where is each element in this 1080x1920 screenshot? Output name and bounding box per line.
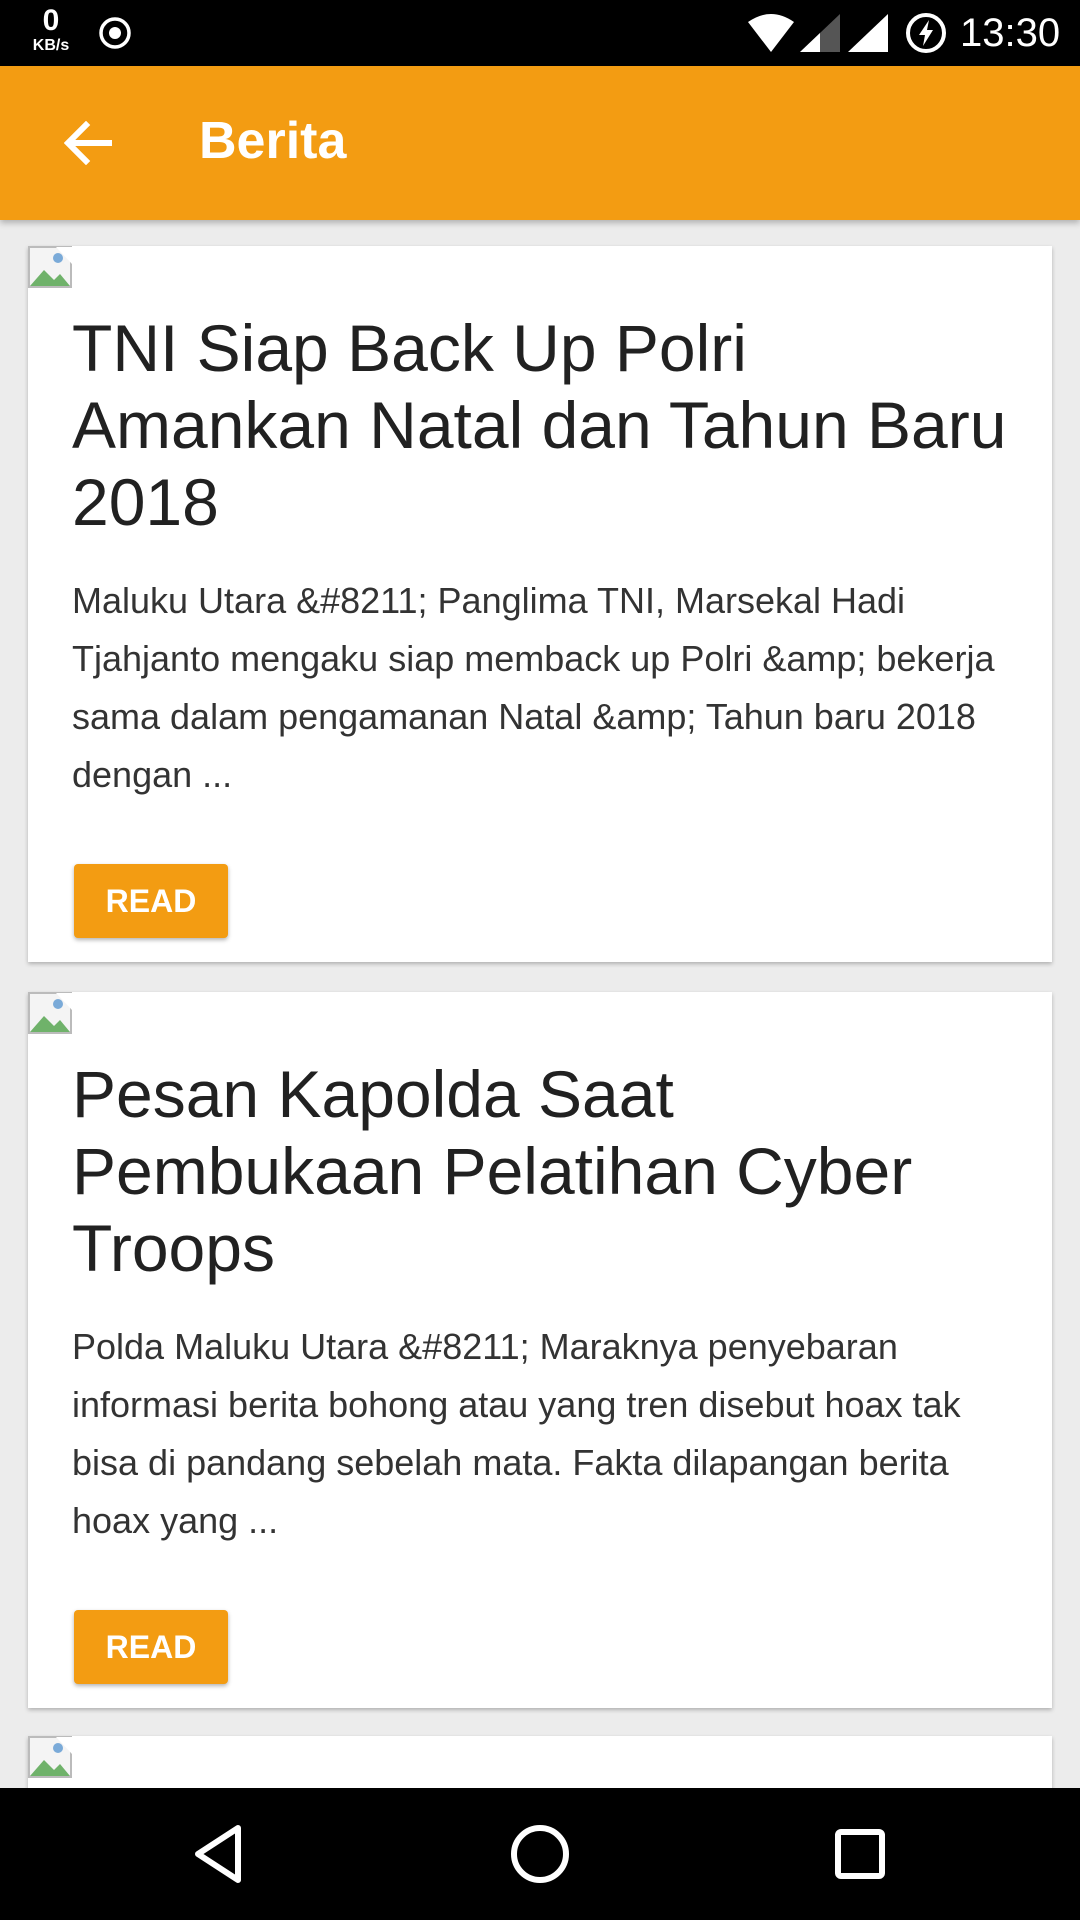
arrow-back-icon: [64, 121, 112, 165]
news-list[interactable]: TNI Siap Back Up Polri Amankan Natal dan…: [0, 220, 1080, 1788]
network-speed-value: 0: [42, 4, 60, 37]
screen: 0 KB/s 13:30 Berita TNI Siap Back Up Pol…: [0, 0, 1080, 1920]
read-button[interactable]: READ: [74, 864, 228, 938]
status-bar: 0 KB/s 13:30: [0, 0, 1080, 66]
page-title: Berita: [199, 112, 347, 170]
signal-icon: [848, 14, 888, 52]
news-title[interactable]: TNI Siap Back Up Polri Amankan Natal dan…: [72, 310, 1032, 541]
nav-back-icon[interactable]: [190, 1822, 250, 1886]
battery-charging-icon: [906, 13, 946, 53]
news-title[interactable]: Pesan Kapolda Saat Pembukaan Pelatihan C…: [72, 1056, 1032, 1287]
signal-icon: [800, 14, 840, 52]
app-bar: Berita: [0, 66, 1080, 220]
news-card: [28, 1736, 1052, 1788]
news-card: TNI Siap Back Up Polri Amankan Natal dan…: [28, 246, 1052, 962]
broken-image-icon: [28, 992, 72, 1034]
news-card: Pesan Kapolda Saat Pembukaan Pelatihan C…: [28, 992, 1052, 1708]
navigation-bar: [0, 1788, 1080, 1920]
clock: 13:30: [960, 11, 1061, 55]
nav-recents-icon[interactable]: [830, 1824, 890, 1884]
news-excerpt: Maluku Utara &#8211; Panglima TNI, Marse…: [72, 580, 995, 795]
network-speed-unit: KB/s: [32, 37, 70, 54]
back-button[interactable]: [50, 110, 126, 176]
read-button[interactable]: READ: [74, 1610, 228, 1684]
nav-home-icon[interactable]: [508, 1822, 572, 1886]
news-excerpt: Polda Maluku Utara &#8211; Maraknya peny…: [72, 1326, 961, 1541]
broken-image-icon: [28, 246, 72, 288]
network-speed-indicator: 0 KB/s: [26, 6, 76, 54]
broken-image-icon: [28, 1736, 72, 1778]
wifi-icon: [748, 14, 794, 52]
record-icon: [99, 17, 131, 49]
